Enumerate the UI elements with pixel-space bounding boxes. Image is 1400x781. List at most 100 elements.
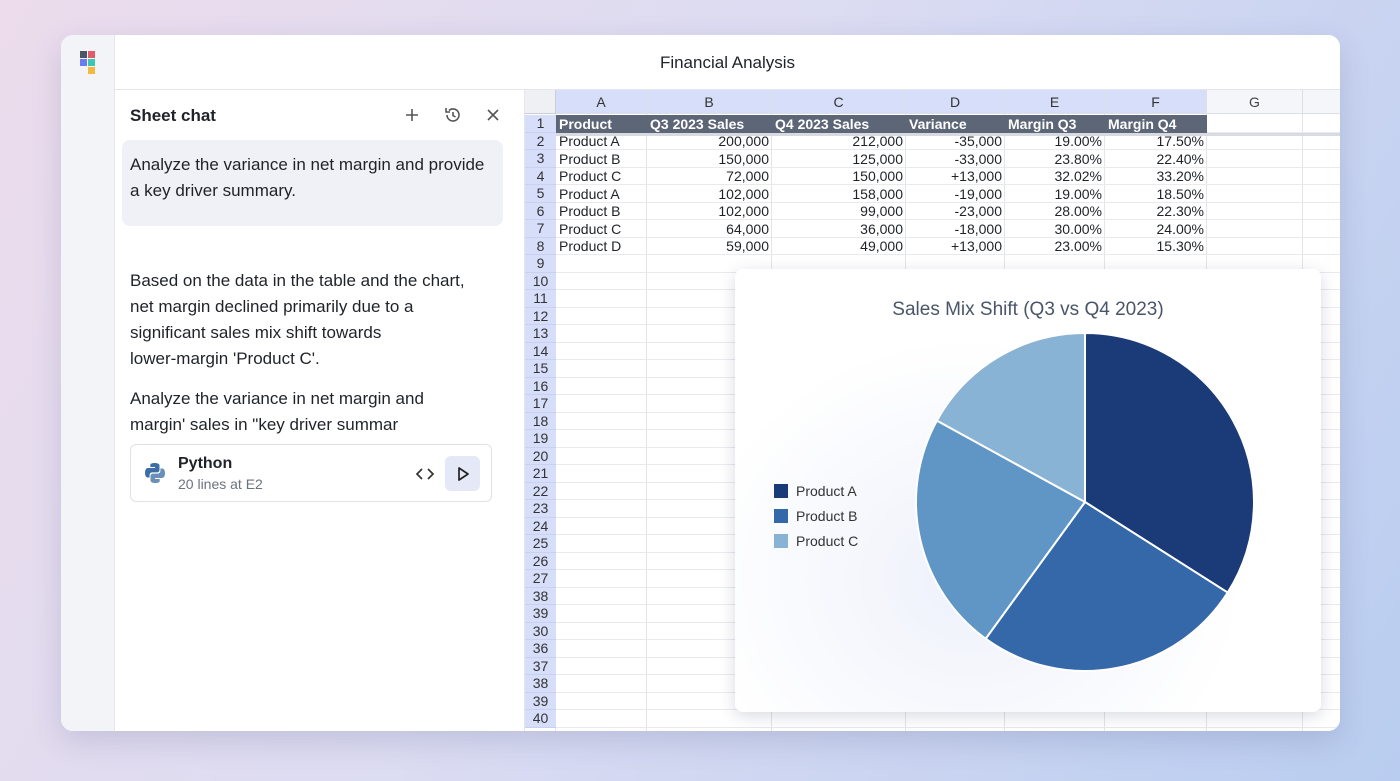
table-cell[interactable]: 36,000 xyxy=(772,221,906,239)
close-chat-button[interactable] xyxy=(482,104,504,126)
column-header-h[interactable] xyxy=(1303,90,1340,114)
table-header-cell[interactable]: Variance xyxy=(906,115,1005,133)
column-header-a[interactable]: A xyxy=(556,90,647,114)
table-cell[interactable]: 102,000 xyxy=(647,186,772,204)
row-header[interactable]: 22 xyxy=(525,482,556,500)
column-header-b[interactable]: B xyxy=(647,90,772,114)
row-header[interactable]: 40 xyxy=(525,710,556,728)
table-cell[interactable]: 18.50% xyxy=(1105,186,1207,204)
row-header[interactable]: 26 xyxy=(525,552,556,570)
table-cell[interactable]: 19.00% xyxy=(1005,133,1105,151)
table-cell[interactable]: 22.30% xyxy=(1105,203,1207,221)
python-code-card[interactable]: Python 20 lines at E2 xyxy=(130,444,492,502)
table-header-cell[interactable]: Margin Q4 xyxy=(1105,115,1207,133)
row-header[interactable]: 2 xyxy=(525,132,556,150)
table-cell[interactable]: 158,000 xyxy=(772,186,906,204)
table-cell[interactable]: 23.80% xyxy=(1005,151,1105,169)
chart-card[interactable]: Sales Mix Shift (Q3 vs Q4 2023) Product … xyxy=(735,269,1321,712)
table-cell[interactable]: -23,000 xyxy=(906,203,1005,221)
row-header[interactable]: 3 xyxy=(525,150,556,168)
row-header[interactable]: 1 xyxy=(525,115,556,133)
column-header-g[interactable]: G xyxy=(1207,90,1303,114)
table-cell[interactable]: Product C xyxy=(556,221,647,239)
table-cell[interactable]: 59,000 xyxy=(647,238,772,256)
table-cell[interactable]: +13,000 xyxy=(906,168,1005,186)
select-all-corner[interactable] xyxy=(525,90,556,114)
row-header[interactable]: 17 xyxy=(525,395,556,413)
table-header-cell[interactable]: Q4 2023 Sales xyxy=(772,115,906,133)
row-header[interactable]: 13 xyxy=(525,325,556,343)
table-cell[interactable]: -18,000 xyxy=(906,221,1005,239)
view-code-button[interactable] xyxy=(407,456,442,491)
row-header[interactable]: 7 xyxy=(525,220,556,238)
app-logo-icon[interactable] xyxy=(80,51,96,74)
table-cell[interactable]: 30.00% xyxy=(1005,221,1105,239)
row-header[interactable]: 39 xyxy=(525,605,556,623)
table-cell[interactable]: 49,000 xyxy=(772,238,906,256)
column-header-e[interactable]: E xyxy=(1005,90,1105,114)
column-header-c[interactable]: C xyxy=(772,90,906,114)
row-header[interactable]: 21 xyxy=(525,465,556,483)
table-cell[interactable]: Product B xyxy=(556,151,647,169)
row-header[interactable]: 11 xyxy=(525,290,556,308)
row-header[interactable]: 38 xyxy=(525,675,556,693)
table-cell[interactable]: 15.30% xyxy=(1105,238,1207,256)
table-cell[interactable]: 99,000 xyxy=(772,203,906,221)
table-cell[interactable]: 150,000 xyxy=(647,151,772,169)
row-header[interactable]: 8 xyxy=(525,237,556,255)
table-cell[interactable]: 33.20% xyxy=(1105,168,1207,186)
table-cell[interactable]: 150,000 xyxy=(772,168,906,186)
table-cell[interactable]: -35,000 xyxy=(906,133,1005,151)
table-cell[interactable]: 32.02% xyxy=(1005,168,1105,186)
table-cell[interactable]: 17.50% xyxy=(1105,133,1207,151)
row-header[interactable]: 25 xyxy=(525,535,556,553)
row-header[interactable]: 14 xyxy=(525,342,556,360)
table-cell[interactable]: -19,000 xyxy=(906,186,1005,204)
table-cell[interactable]: 28.00% xyxy=(1005,203,1105,221)
row-header[interactable]: 39 xyxy=(525,692,556,710)
row-header[interactable]: 12 xyxy=(525,307,556,325)
column-header-f[interactable]: F xyxy=(1105,90,1207,114)
table-cell[interactable]: Product A xyxy=(556,186,647,204)
row-header[interactable]: 38 xyxy=(525,587,556,605)
row-header[interactable]: 15 xyxy=(525,360,556,378)
table-cell[interactable]: 125,000 xyxy=(772,151,906,169)
run-code-button[interactable] xyxy=(445,456,480,491)
row-header[interactable]: 23 xyxy=(525,500,556,518)
row-header[interactable]: 30 xyxy=(525,622,556,640)
row-header[interactable]: 4 xyxy=(525,167,556,185)
row-header[interactable]: 10 xyxy=(525,272,556,290)
table-cell[interactable]: 102,000 xyxy=(647,203,772,221)
table-cell[interactable]: 72,000 xyxy=(647,168,772,186)
table-cell[interactable]: 22.40% xyxy=(1105,151,1207,169)
row-header[interactable]: 16 xyxy=(525,377,556,395)
row-header[interactable]: 20 xyxy=(525,447,556,465)
history-button[interactable] xyxy=(442,104,464,126)
table-cell[interactable]: Product C xyxy=(556,168,647,186)
table-cell[interactable]: Product B xyxy=(556,203,647,221)
column-header-d[interactable]: D xyxy=(906,90,1005,114)
row-header[interactable]: 9 xyxy=(525,255,556,273)
table-cell[interactable]: +13,000 xyxy=(906,238,1005,256)
table-header-cell[interactable]: Margin Q3 xyxy=(1005,115,1105,133)
row-header[interactable]: 19 xyxy=(525,430,556,448)
table-cell[interactable]: -33,000 xyxy=(906,151,1005,169)
table-cell[interactable]: 64,000 xyxy=(647,221,772,239)
table-cell[interactable]: 24.00% xyxy=(1105,221,1207,239)
table-cell[interactable]: 19.00% xyxy=(1005,186,1105,204)
table-cell[interactable]: Product A xyxy=(556,133,647,151)
table-cell[interactable]: 212,000 xyxy=(772,133,906,151)
row-header[interactable]: 36 xyxy=(525,640,556,658)
new-chat-button[interactable] xyxy=(401,104,423,126)
row-header[interactable]: 24 xyxy=(525,517,556,535)
table-header-cell[interactable]: Product xyxy=(556,115,647,133)
row-header[interactable]: 27 xyxy=(525,570,556,588)
table-cell[interactable]: 200,000 xyxy=(647,133,772,151)
table-cell[interactable]: 23.00% xyxy=(1005,238,1105,256)
row-header[interactable]: 5 xyxy=(525,185,556,203)
row-header[interactable]: 6 xyxy=(525,202,556,220)
row-header[interactable]: 18 xyxy=(525,412,556,430)
table-cell[interactable]: Product D xyxy=(556,238,647,256)
row-header[interactable]: 37 xyxy=(525,657,556,675)
table-header-cell[interactable]: Q3 2023 Sales xyxy=(647,115,772,133)
